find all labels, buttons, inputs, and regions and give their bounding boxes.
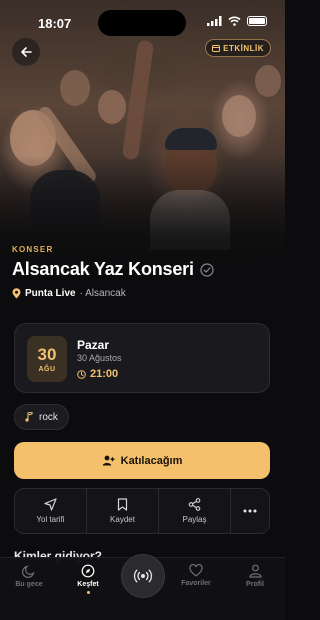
- date-day: 30: [37, 344, 57, 364]
- moon-icon: [22, 565, 35, 578]
- venue-area: · Alsancak: [79, 288, 126, 299]
- genre-label: rock: [39, 411, 58, 423]
- calendar-icon: [212, 45, 221, 52]
- user-icon: [248, 564, 262, 578]
- dynamic-island: [98, 10, 186, 36]
- map-pin-icon: [12, 288, 21, 299]
- nav-tonight[interactable]: Bu gece: [4, 564, 54, 588]
- arrow-left-icon: [21, 47, 32, 57]
- compass-icon: [81, 564, 95, 578]
- nav-tonight-label: Bu gece: [15, 581, 43, 588]
- event-type-label: ETKİNLİK: [223, 43, 264, 53]
- directions-button[interactable]: Yol tarifi: [15, 489, 87, 533]
- share-label: Paylaş: [182, 515, 207, 524]
- attend-button[interactable]: Katılacağım: [14, 442, 270, 479]
- live-broadcast-icon: [133, 569, 153, 583]
- nav-explore-label: Keşfet: [77, 581, 99, 588]
- nav-explore[interactable]: Keşfet: [63, 564, 113, 594]
- save-label: Kaydet: [110, 515, 135, 524]
- action-bar: Yol tarifi Kaydet Paylaş: [14, 488, 270, 534]
- attend-label: Katılacağım: [120, 454, 183, 467]
- navigation-icon: [44, 498, 57, 511]
- bottom-nav: Bu gece Keşfet Favoriler Profil: [0, 554, 285, 620]
- wifi-icon: [228, 16, 241, 26]
- event-category: KONSER: [12, 245, 54, 254]
- save-button[interactable]: Kaydet: [87, 489, 159, 533]
- battery-icon: [247, 16, 267, 26]
- live-button[interactable]: [121, 554, 165, 598]
- active-indicator: [86, 591, 90, 594]
- event-type-badge: ETKİNLİK: [205, 39, 271, 57]
- more-button[interactable]: [231, 489, 269, 533]
- nav-profile[interactable]: Profil: [230, 564, 280, 588]
- event-time: 21:00: [90, 368, 119, 380]
- music-note-icon: [25, 412, 33, 422]
- weekday: Pazar: [77, 338, 110, 352]
- status-bar: 18:07: [0, 0, 285, 44]
- heart-icon: [189, 564, 203, 577]
- back-button[interactable]: [12, 38, 40, 66]
- date-card: 30 AĞU Pazar 30 Ağustos 21:00: [14, 323, 270, 393]
- clock-icon: [77, 369, 86, 379]
- verified-icon: [200, 262, 214, 277]
- event-title: Alsancak Yaz Konseri: [12, 259, 194, 279]
- nav-profile-label: Profil: [246, 581, 264, 588]
- more-icon: [243, 509, 257, 513]
- venue-row[interactable]: Punta Live · Alsancak: [12, 288, 126, 299]
- venue-name: Punta Live: [25, 288, 76, 299]
- directions-label: Yol tarifi: [36, 515, 65, 524]
- nav-favorites[interactable]: Favoriler: [171, 564, 221, 587]
- date-badge: 30 AĞU: [27, 336, 67, 382]
- status-time: 18:07: [38, 16, 72, 31]
- date-long: 30 Ağustos: [77, 353, 122, 363]
- genre-chip[interactable]: rock: [14, 404, 69, 430]
- share-button[interactable]: Paylaş: [159, 489, 231, 533]
- user-plus-icon: [102, 455, 115, 466]
- bookmark-icon: [117, 498, 128, 511]
- signal-icon: [207, 16, 222, 26]
- date-month: AĞU: [38, 365, 56, 373]
- share-icon: [188, 498, 201, 511]
- nav-favorites-label: Favoriler: [181, 580, 211, 587]
